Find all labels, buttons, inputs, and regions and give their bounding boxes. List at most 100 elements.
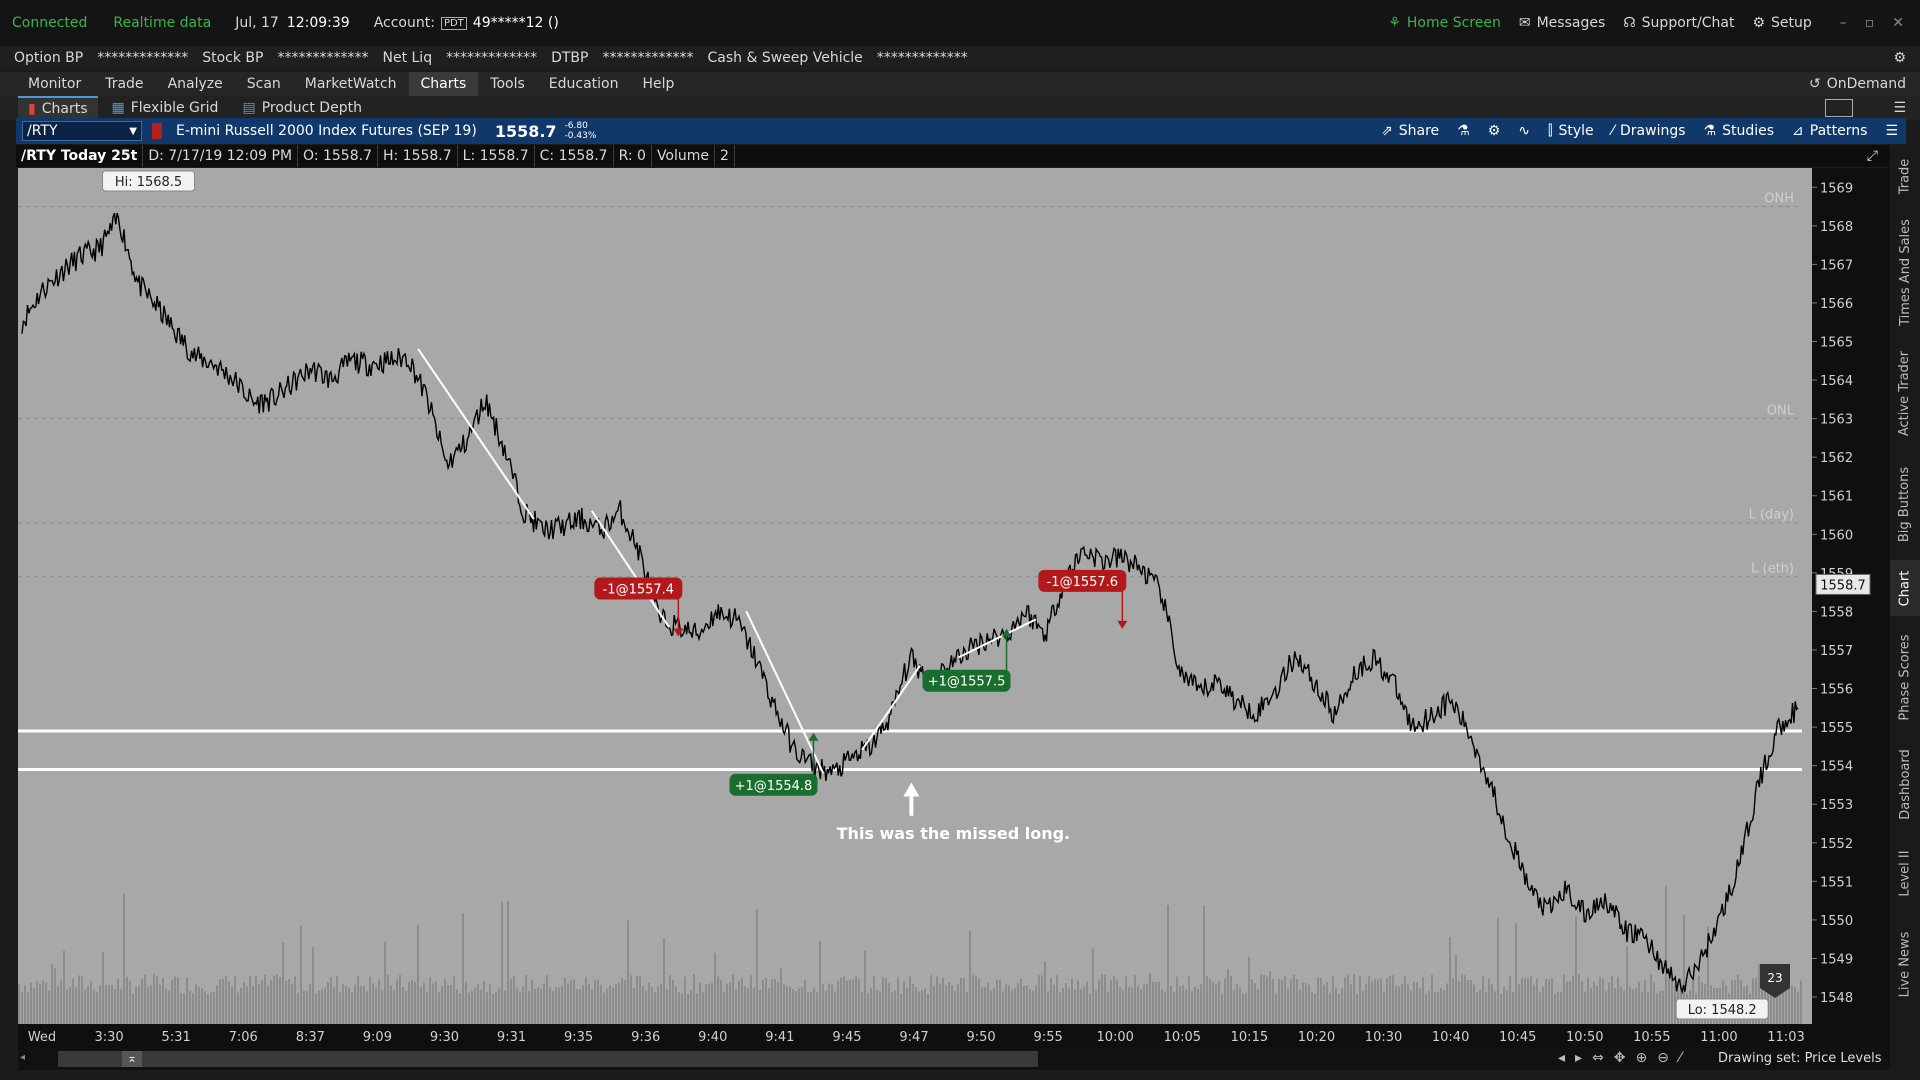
volume-bar <box>834 991 836 1024</box>
side-tab-level-ii[interactable]: Level II <box>1890 836 1920 910</box>
side-tab-dashboard[interactable]: Dashboard <box>1890 738 1920 830</box>
volume-bar <box>1599 977 1601 1024</box>
scroll-left-icon[interactable]: ◂ <box>20 1052 25 1063</box>
zoom-out-icon[interactable]: ⊖ <box>1657 1050 1669 1066</box>
layout-gear-icon[interactable]: ⚙ <box>1893 50 1906 66</box>
menu-lines-icon[interactable]: ☰ <box>1893 100 1906 116</box>
chart-canvas[interactable]: ONH ONL L (day) L (eth) Hi: 1568.5 Lo: 1548.2… <box>18 168 1812 1024</box>
balance-dtbp-label[interactable]: DTBP <box>551 50 588 66</box>
volume-bar <box>516 987 518 1024</box>
symbol-input[interactable]: /RTY ▼ <box>22 121 142 141</box>
volume-bar <box>594 980 596 1024</box>
volume-bar <box>210 992 212 1024</box>
price-axis[interactable]: 1548 1549 1550 1551 1552 1553 1554 1555 1556 1557… <box>1812 168 1890 1024</box>
minimize-button[interactable]: – <box>1840 15 1847 31</box>
level-line-label-1: ONL <box>1767 404 1795 419</box>
subtab-flexible-grid[interactable]: ▦ Flexible Grid <box>102 97 229 119</box>
time-axis[interactable]: Wed 3:30 5:31 7:06 8:37 9:09 9:30 9:31 9:35 9:36 9… <box>18 1024 1890 1048</box>
volume-histogram <box>18 886 1802 1024</box>
volume-bar <box>678 992 680 1024</box>
setup-button[interactable]: ⚙ Setup <box>1752 15 1811 31</box>
volume-bar <box>1299 989 1301 1024</box>
window-layout-icon[interactable] <box>1825 99 1854 117</box>
balance-stock-bp-label[interactable]: Stock BP <box>202 50 263 66</box>
ondemand-button[interactable]: ↺ OnDemand <box>1809 76 1906 92</box>
messages-button[interactable]: ✉ Messages <box>1519 15 1605 31</box>
volume-bar <box>1212 982 1214 1024</box>
price-tick-label-4: 1552 <box>1820 837 1853 852</box>
volume-bar <box>621 978 623 1024</box>
pan-icon[interactable]: ⇔ <box>1592 1050 1604 1066</box>
scrollbar-thumb[interactable] <box>58 1051 1038 1067</box>
chart-menu-button[interactable]: ☰ <box>1885 123 1898 139</box>
volume-bar <box>1431 974 1433 1024</box>
chart-period[interactable]: /RTY Today 25t <box>16 145 144 167</box>
grid-icon: ▦ <box>111 100 125 116</box>
balance-cash-label[interactable]: Cash & Sweep Vehicle <box>707 50 862 66</box>
menu-marketwatch[interactable]: MarketWatch <box>293 72 409 96</box>
volume-bar <box>405 990 407 1024</box>
drawings-button[interactable]: ⁄ Drawings <box>1612 123 1686 139</box>
volume-bar <box>948 982 950 1024</box>
side-tab-trade[interactable]: Trade <box>1890 146 1920 206</box>
balance-net-liq-label[interactable]: Net Liq <box>382 50 432 66</box>
crosshair-button[interactable]: ∿ <box>1518 123 1530 139</box>
menu-education[interactable]: Education <box>537 72 631 96</box>
zoom-in-icon[interactable]: ⊕ <box>1636 1050 1648 1066</box>
volume-bar <box>978 978 980 1024</box>
studies-button[interactable]: ⚗ Studies <box>1704 123 1775 139</box>
home-screen-button[interactable]: ⚘ Home Screen <box>1388 15 1501 31</box>
menu-scan[interactable]: Scan <box>235 72 293 96</box>
envelope-icon: ✉ <box>1518 15 1531 31</box>
side-tab-times-and-sales[interactable]: Times And Sales <box>1890 212 1920 332</box>
volume-bar <box>1635 988 1637 1024</box>
scroll-right-small-icon[interactable]: ▸ <box>1575 1050 1582 1066</box>
volume-bar <box>414 982 416 1024</box>
menu-help[interactable]: Help <box>630 72 686 96</box>
volume-bar <box>756 908 758 1024</box>
style-button[interactable]: ⫿ Style <box>1548 123 1594 139</box>
patterns-button[interactable]: ⊿ Patterns <box>1792 123 1867 139</box>
draw-line-icon[interactable]: ⁄ <box>1679 1050 1681 1066</box>
menu-charts[interactable]: Charts <box>408 72 479 96</box>
volume-bar <box>219 978 221 1024</box>
menu-monitor[interactable]: Monitor <box>16 72 93 96</box>
price-tick-label-8: 1556 <box>1820 683 1853 698</box>
time-tick-label-25: 11:00 <box>1700 1030 1737 1045</box>
balance-option-bp-label[interactable]: Option BP <box>14 50 83 66</box>
chart-settings-button[interactable]: ⚙ <box>1488 123 1501 139</box>
price-tick-label-12: 1560 <box>1820 528 1853 543</box>
volume-bar <box>78 975 80 1024</box>
side-tab-big-buttons[interactable]: Big Buttons <box>1890 454 1920 554</box>
support-chat-button[interactable]: ☊ Support/Chat <box>1623 15 1734 31</box>
side-tab-chart[interactable]: Chart <box>1890 560 1920 616</box>
chart-scrollbar[interactable]: ◂ ⌅ ◂ ▸ ⇔ ✥ ⊕ ⊖ ⁄ Drawing set: Price Lev… <box>18 1048 1890 1070</box>
menu-tools[interactable]: Tools <box>478 72 537 96</box>
expand-icon[interactable]: ⤢ <box>1867 148 1878 164</box>
drawing-set-selector[interactable]: Drawing set: Price Levels <box>1718 1051 1882 1066</box>
flask-button[interactable]: ⚗ <box>1457 123 1470 139</box>
volume-bar <box>1035 985 1037 1024</box>
side-tab-active-trader[interactable]: Active Trader <box>1890 338 1920 448</box>
volume-bar <box>1041 975 1043 1024</box>
subtab-product-depth[interactable]: ▤ Product Depth <box>232 97 371 119</box>
scroll-anchor-icon[interactable]: ⌅ <box>122 1051 142 1067</box>
account-selector[interactable]: 49*****12 () <box>473 15 559 31</box>
volume-bar <box>357 975 359 1024</box>
side-tab-live-news[interactable]: Live News <box>1890 916 1920 1012</box>
menu-analyze[interactable]: Analyze <box>156 72 235 96</box>
side-tab-phase-scores[interactable]: Phase Scores <box>1890 622 1920 732</box>
bar-open: O: 1558.7 <box>298 145 378 167</box>
scroll-left-small-icon[interactable]: ◂ <box>1558 1050 1565 1066</box>
close-button[interactable]: ✕ <box>1892 15 1904 31</box>
move-icon[interactable]: ✥ <box>1614 1050 1626 1066</box>
price-chart[interactable]: ONH ONL L (day) L (eth) Hi: 1568.5 Lo: 1548.2… <box>18 168 1812 1024</box>
subtab-charts[interactable]: ▮ Charts <box>18 96 98 120</box>
volume-bar <box>951 985 953 1024</box>
volume-bar <box>432 983 434 1024</box>
share-button[interactable]: ⇗ Share <box>1381 123 1439 139</box>
menu-trade[interactable]: Trade <box>93 72 155 96</box>
volume-bar <box>1443 990 1445 1024</box>
volume-bar <box>546 975 548 1024</box>
maximize-button[interactable]: ▫ <box>1865 15 1875 31</box>
